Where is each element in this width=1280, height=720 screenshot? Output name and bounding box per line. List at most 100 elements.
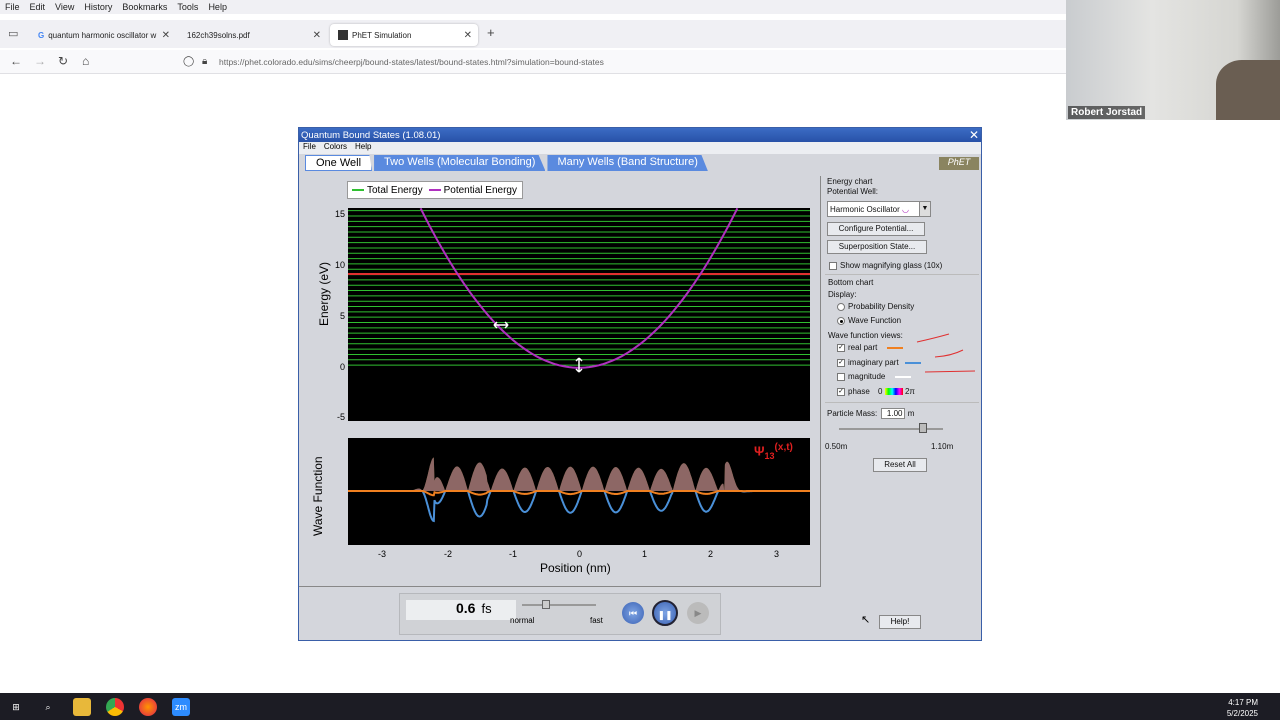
sim-menu-colors[interactable]: Colors	[324, 142, 347, 154]
green-line-icon	[352, 188, 364, 191]
psi-subscript: 13	[764, 450, 775, 461]
sim-tabs: One Well Two Wells (Molecular Bonding) M…	[305, 155, 710, 171]
home-icon[interactable]: ⌂	[82, 54, 89, 68]
imaginary-part-checkbox[interactable]: ✓	[837, 358, 845, 367]
pause-icon[interactable]: ❚❚	[652, 600, 678, 626]
y-tick: 5	[339, 311, 345, 321]
file-explorer-icon[interactable]	[73, 698, 91, 716]
mouse-cursor-icon: ↖	[861, 614, 871, 626]
prob-density-option[interactable]: Probability Density	[837, 302, 914, 311]
menu-bookmarks[interactable]: Bookmarks	[117, 2, 172, 12]
magnitude-label: magnitude	[848, 372, 886, 381]
potential-select[interactable]: Harmonic Oscillator ◡ ▼	[827, 201, 931, 217]
help-button[interactable]: Help!	[879, 615, 921, 629]
mass-slider[interactable]	[839, 423, 943, 433]
psi-args: (x,t)	[774, 442, 793, 453]
energy-legend: Total Energy Potential Energy	[347, 181, 523, 199]
tab-many-wells[interactable]: Many Wells (Band Structure)	[547, 155, 708, 171]
wave-function-label: Wave Function	[848, 316, 902, 325]
lock-icon[interactable]: 🔒︎	[202, 56, 207, 67]
menu-file[interactable]: File	[0, 2, 25, 12]
tab-phet[interactable]: PhET Simulation ✕	[330, 24, 478, 46]
superposition-button[interactable]: Superposition State...	[827, 240, 927, 254]
firefox-icon[interactable]	[139, 698, 157, 716]
psi-label: Ψ13(x,t)	[754, 442, 793, 461]
participant-video	[1216, 60, 1280, 120]
tab-quantum-search[interactable]: G quantum harmonic oscillator w ✕	[30, 24, 176, 46]
magnitude-option[interactable]: magnitude	[837, 372, 912, 381]
new-tab-icon[interactable]: +	[487, 25, 495, 40]
tab-label: PhET Simulation	[352, 30, 412, 40]
phase-checkbox[interactable]: ✓	[837, 387, 845, 396]
wave-chart	[348, 438, 810, 545]
browser-tabbar: ▭ G quantum harmonic oscillator w ✕ 162c…	[0, 20, 1066, 48]
menu-edit[interactable]: Edit	[25, 2, 51, 12]
menu-help[interactable]: Help	[203, 2, 232, 12]
mass-label: Particle Mass:	[827, 409, 878, 418]
clock-time: 4:17 PM	[1228, 698, 1258, 707]
search-icon[interactable]: ⌕	[39, 698, 57, 716]
real-part-option[interactable]: ✓ real part	[837, 343, 904, 352]
phase-zero-label: 0	[878, 387, 883, 396]
shield-icon[interactable]: ◯	[183, 56, 194, 67]
chevron-down-icon[interactable]: ▼	[919, 202, 930, 216]
magnitude-checkbox[interactable]	[837, 372, 845, 381]
tab-one-well[interactable]: One Well	[305, 155, 373, 171]
window-titlebar: Quantum Bound States (1.08.01) ✕	[299, 128, 981, 142]
zoom-icon[interactable]: zm	[172, 698, 190, 716]
close-icon[interactable]: ✕	[464, 30, 472, 41]
divider	[825, 402, 979, 403]
tab-two-wells[interactable]: Two Wells (Molecular Bonding)	[374, 155, 546, 171]
tab-list-icon[interactable]: ▭	[8, 27, 18, 40]
speed-slider-thumb[interactable]	[542, 600, 550, 609]
tab-pdf[interactable]: 162ch39solns.pdf ✕	[179, 24, 327, 46]
menu-history[interactable]: History	[79, 2, 117, 12]
x-tick: 2	[708, 549, 714, 559]
magnify-checkbox[interactable]	[829, 261, 837, 270]
reset-all-button[interactable]: Reset All	[873, 458, 927, 472]
energy-chart[interactable]	[348, 208, 810, 421]
clock-controls: 0.6 fs normal fast ⏮ ❚❚ ▶	[399, 593, 721, 635]
sim-menubar: File Colors Help	[299, 142, 981, 154]
windows-start-icon[interactable]: ⊞	[7, 698, 25, 716]
phase-option[interactable]: ✓ phase 0 2π	[837, 387, 915, 396]
real-part-checkbox[interactable]: ✓	[837, 343, 845, 352]
sim-menu-file[interactable]: File	[303, 142, 316, 154]
close-icon[interactable]: ✕	[162, 30, 170, 41]
wave-axis-label: Wave Function	[311, 456, 325, 536]
prob-density-radio[interactable]	[837, 302, 845, 311]
legend-total: Total Energy	[352, 185, 423, 196]
magnify-option[interactable]: Show magnifying glass (10x)	[829, 261, 942, 270]
well-shape-icon: ◡	[902, 205, 910, 214]
speed-normal-label: normal	[510, 616, 535, 625]
display-label: Display:	[828, 290, 857, 299]
reload-icon[interactable]: ↻	[58, 54, 68, 68]
wave-function-radio[interactable]	[837, 316, 845, 325]
bottom-chart-title: Bottom chart	[828, 278, 874, 287]
menu-view[interactable]: View	[50, 2, 79, 12]
system-clock: 4:17 PM 5/2/2025	[1227, 697, 1258, 719]
mass-input[interactable]: 1.00	[881, 408, 906, 419]
close-icon[interactable]: ✕	[313, 30, 321, 41]
participant-name: Robert Jorstad	[1068, 106, 1146, 119]
phase-label: phase	[848, 387, 870, 396]
speed-slider[interactable]	[522, 600, 596, 609]
close-icon[interactable]: ✕	[969, 128, 979, 142]
psi-symbol: Ψ	[754, 443, 765, 459]
phet-logo: PhET	[939, 157, 979, 170]
wave-function-option[interactable]: Wave Function	[837, 316, 901, 325]
google-icon: G	[38, 30, 45, 40]
forward-icon[interactable]: →	[34, 54, 46, 68]
menu-tools[interactable]: Tools	[172, 2, 203, 12]
speed-fast-label: fast	[590, 616, 603, 625]
rewind-icon[interactable]: ⏮	[622, 602, 644, 624]
mass-slider-thumb[interactable]	[919, 423, 927, 433]
chrome-icon[interactable]	[106, 698, 124, 716]
configure-potential-button[interactable]: Configure Potential...	[827, 222, 925, 236]
legend-potential-label: Potential Energy	[443, 184, 517, 196]
step-icon[interactable]: ▶	[687, 602, 709, 624]
imaginary-part-option[interactable]: ✓ imaginary part	[837, 358, 921, 367]
back-icon[interactable]: ←	[10, 54, 22, 68]
address-field[interactable]: https://phet.colorado.edu/sims/cheerpj/b…	[219, 57, 604, 67]
sim-menu-help[interactable]: Help	[355, 142, 371, 154]
